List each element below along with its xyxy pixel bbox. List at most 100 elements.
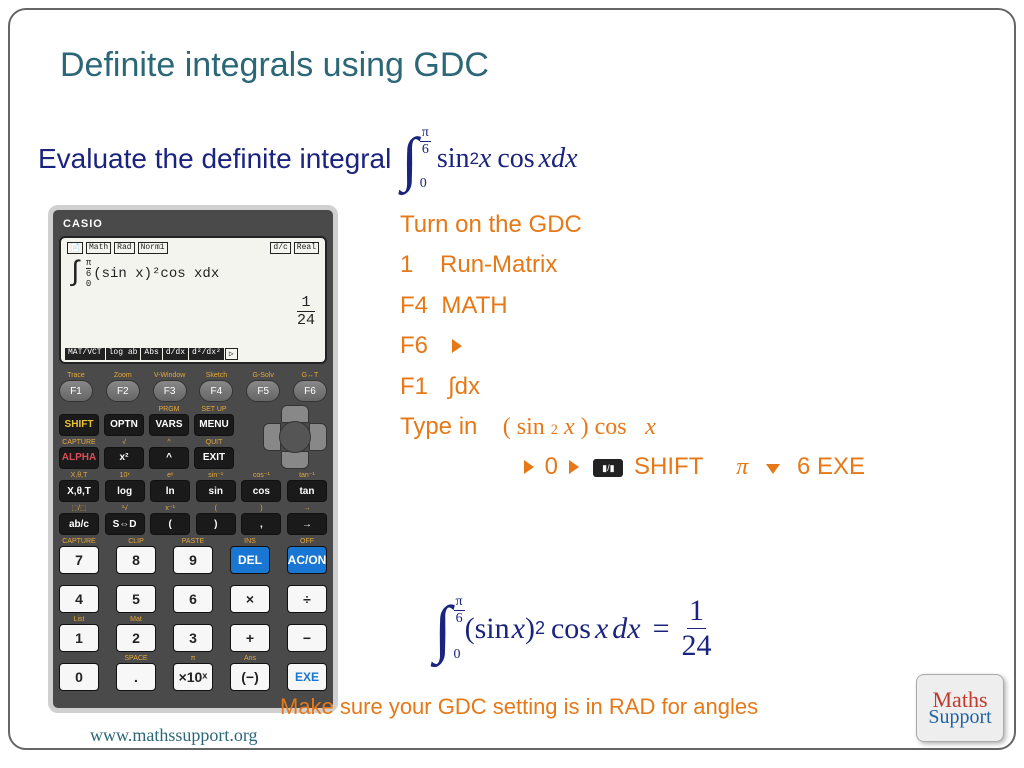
key-alpha[interactable]: ALPHA [59,447,99,469]
key-frac[interactable]: ab/c [59,513,99,535]
calc-result-den: 24 [297,312,315,329]
key-arrow[interactable]: → [287,513,327,535]
key-menu[interactable]: MENU [194,414,234,436]
calc-status-tags: 📄 Math Rad Norm1 d/c Real [67,242,319,254]
cos-op: cos [497,143,534,175]
r-lparen: ( [465,612,475,646]
lbl-atan: tan⁻¹ [299,472,315,479]
calc-lower: 0 [86,279,91,289]
lbl-ans: Ans [244,655,256,662]
calc-softkeys: MAT/VCT log ab Abs d/dx d²/dx² ▷ [65,348,321,360]
soft-abs: Abs [141,348,161,360]
down-tri-icon [766,464,780,474]
tag-rad: Rad [114,242,134,254]
dpad [263,405,327,469]
key-f2[interactable]: F2 [106,380,140,402]
key-div[interactable]: ÷ [287,585,327,613]
r-eq: = [653,612,670,646]
calc-expr: ∫ π 6 0 (sin x)²cos xdx [67,258,319,289]
step2-label: Run-Matrix [440,251,557,278]
key-ln[interactable]: ln [150,480,190,502]
soft-logab: log ab [106,348,141,360]
key-mul[interactable]: × [230,585,270,613]
exp-2: 2 [470,149,479,169]
instructions: Turn on the GDC 1 Run-Matrix F4 MATH F6 … [400,206,865,489]
calc-integrand: (sin x)²cos xdx [93,266,219,282]
key-plus[interactable]: + [230,624,270,652]
lbl-list: List [74,616,85,623]
key-9[interactable]: 9 [173,546,213,574]
tag-norm: Norm1 [138,242,168,254]
dpad-right[interactable] [309,423,327,451]
key-f1[interactable]: F1 [59,380,93,402]
lbl-arrow: → [303,505,310,512]
key-4[interactable]: 4 [59,585,99,613]
entry-zero: 0 [545,453,558,480]
key-8[interactable]: 8 [116,546,156,574]
lower-bound: 0 [420,176,431,192]
eval-prefix: Evaluate the definite integral [38,143,391,175]
r-upper-den: 6 [456,611,463,627]
key-tan[interactable]: tan [287,480,327,502]
key-optn[interactable]: OPTN [104,414,144,436]
upper-den: 6 [422,142,429,158]
key-2[interactable]: 2 [116,624,156,652]
step4-key: F6 [400,332,428,359]
key-6[interactable]: 6 [173,585,213,613]
key-log[interactable]: log [105,480,145,502]
key-sd[interactable]: S⇔D [105,513,145,535]
step5-label: ∫dx [448,373,480,400]
r-upper-num: π [454,594,465,611]
key-dot[interactable]: . [116,663,156,691]
key-f5[interactable]: F5 [246,380,280,402]
lbl-mat: Mat [130,616,142,623]
key-shift[interactable]: SHIFT [59,414,99,436]
step5-key: F1 [400,373,428,400]
key-1[interactable]: 1 [59,624,99,652]
key-ac[interactable]: AC/ON [287,546,327,574]
typein-x1: x [564,408,575,446]
key-sin[interactable]: sin [196,480,236,502]
x2: x [539,143,551,175]
key-del[interactable]: DEL [230,546,270,574]
key-neg[interactable]: (−) [230,663,270,691]
lbl-off: OFF [300,538,314,545]
key-exit[interactable]: EXIT [194,447,234,469]
key-exp10[interactable]: ×10ˣ [173,663,213,691]
key-comma[interactable]: , [241,513,281,535]
key-0[interactable]: 0 [59,663,99,691]
logo-line2: Support [928,709,991,725]
key-vars[interactable]: VARS [149,414,189,436]
key-f3[interactable]: F3 [153,380,187,402]
lbl-pi: π [191,655,196,662]
key-xtt[interactable]: X,θ,T [59,480,99,502]
key-x2[interactable]: x² [104,447,144,469]
key-pow[interactable]: ^ [149,447,189,469]
key-rparen[interactable]: ) [196,513,236,535]
key-f6[interactable]: F6 [293,380,327,402]
key-exe[interactable]: EXE [287,663,327,691]
lbl-vwin: V-Window [154,372,186,379]
step3-label: MATH [441,292,507,319]
calc-bounds: π 6 0 [86,259,91,289]
lbl-acos: cos⁻¹ [253,472,270,479]
fraction-template-icon: ▮/▮ [593,459,623,477]
key-minus[interactable]: − [287,624,327,652]
key-5[interactable]: 5 [116,585,156,613]
key-lparen[interactable]: ( [150,513,190,535]
key-3[interactable]: 3 [173,624,213,652]
key-f4[interactable]: F4 [199,380,233,402]
key-7[interactable]: 7 [59,546,99,574]
lbl-ins: INS [244,538,256,545]
dpad-center[interactable] [279,421,311,453]
lbl-sketch: Sketch [206,372,227,379]
r-sin: sin [475,612,510,646]
dpad-down[interactable] [281,451,309,469]
step3-key: F4 [400,292,428,319]
calculator: CASIO 📄 Math Rad Norm1 d/c Real ∫ π 6 0 … [48,205,338,713]
key-cos[interactable]: cos [241,480,281,502]
calc-integral-sign: ∫ [67,258,84,289]
tag-dc: d/c [270,242,290,254]
step-type-in: Type in ( sin 2 x ) cos x [400,408,865,446]
step-f1-intdx: F1 ∫dx [400,368,865,406]
